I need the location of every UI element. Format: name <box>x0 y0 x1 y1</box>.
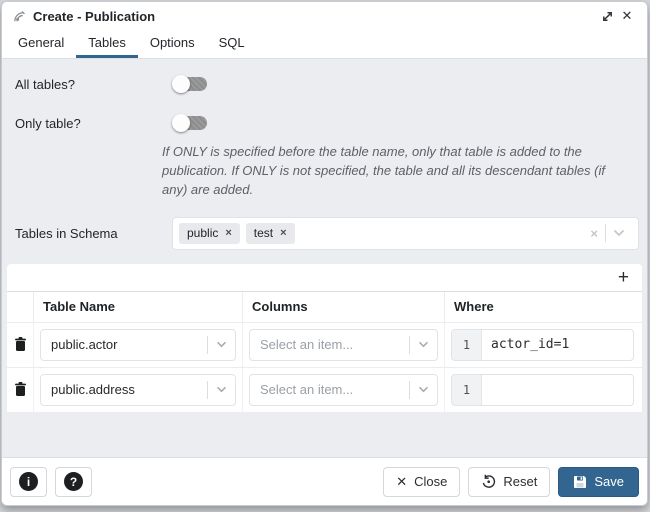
dialog-footer: i ? ✕ Close Reset Save <box>2 457 647 505</box>
trash-icon <box>14 337 27 352</box>
chevron-down-icon[interactable] <box>606 229 632 237</box>
delete-row-button[interactable] <box>7 368 34 412</box>
chip-label: public <box>187 226 218 240</box>
only-table-label: Only table? <box>2 116 162 131</box>
toggle-knob <box>172 114 190 132</box>
maximize-button[interactable] <box>597 6 617 26</box>
where-expression[interactable]: actor_id=1 <box>482 330 633 360</box>
chip-label: test <box>254 226 273 240</box>
tab-options[interactable]: Options <box>138 30 207 58</box>
maximize-icon <box>601 10 614 23</box>
trash-icon <box>14 382 27 397</box>
save-button[interactable]: Save <box>558 467 639 497</box>
tables-in-schema-select[interactable]: public × test × × <box>172 217 639 250</box>
tables-in-schema-label: Tables in Schema <box>2 217 162 241</box>
table-name-select[interactable]: public.address <box>40 374 236 406</box>
where-expression[interactable] <box>482 375 633 405</box>
chevron-down-icon <box>208 341 235 348</box>
where-editor[interactable]: 1 actor_id=1 <box>451 329 634 361</box>
help-button[interactable]: ? <box>55 467 92 497</box>
all-tables-label: All tables? <box>2 77 162 92</box>
remove-chip-icon[interactable]: × <box>225 227 231 239</box>
where-editor[interactable]: 1 <box>451 374 634 406</box>
columns-placeholder: Select an item... <box>250 337 409 352</box>
close-icon: ✕ <box>622 8 633 24</box>
tab-general[interactable]: General <box>6 30 76 58</box>
columns-select[interactable]: Select an item... <box>249 374 438 406</box>
selected-table: public.actor <box>41 337 207 352</box>
table-name-select[interactable]: public.actor <box>40 329 236 361</box>
selected-table: public.address <box>41 382 207 397</box>
chevron-down-icon <box>410 341 437 348</box>
reset-label: Reset <box>503 474 537 489</box>
only-table-help-text: If ONLY is specified before the table na… <box>162 143 621 200</box>
tables-tab-panel: All tables? Only table? If ONLY is speci… <box>2 59 647 457</box>
publication-icon <box>12 9 27 24</box>
close-button[interactable]: ✕ Close <box>383 467 460 497</box>
create-publication-dialog: Create - Publication ✕ General Tables Op… <box>1 1 648 506</box>
tab-sql[interactable]: SQL <box>207 30 257 58</box>
remove-chip-icon[interactable]: × <box>280 227 286 239</box>
reset-icon <box>481 474 496 489</box>
info-icon: i <box>19 472 38 491</box>
clear-all-icon[interactable]: × <box>583 226 605 241</box>
grid-toolbar: + <box>7 264 642 292</box>
add-row-button[interactable]: + <box>615 268 632 287</box>
close-dialog-button[interactable]: ✕ <box>617 6 637 26</box>
info-button[interactable]: i <box>10 467 47 497</box>
header-table-name: Table Name <box>34 292 243 322</box>
reset-button[interactable]: Reset <box>468 467 550 497</box>
toggle-knob <box>172 75 190 93</box>
help-icon: ? <box>64 472 83 491</box>
chevron-down-icon <box>410 386 437 393</box>
header-actions <box>7 292 34 322</box>
table-row: public.actor Select an item... <box>7 322 642 367</box>
title-bar: Create - Publication ✕ <box>2 2 647 30</box>
all-tables-toggle[interactable] <box>172 74 209 94</box>
save-icon <box>573 475 587 489</box>
close-label: Close <box>414 474 447 489</box>
chevron-down-icon <box>208 386 235 393</box>
delete-row-button[interactable] <box>7 323 34 367</box>
selected-schemas: public × test × <box>179 223 583 244</box>
save-label: Save <box>594 474 624 489</box>
columns-select[interactable]: Select an item... <box>249 329 438 361</box>
dialog-title: Create - Publication <box>33 9 597 24</box>
close-icon: ✕ <box>396 474 407 490</box>
only-table-toggle[interactable] <box>172 113 209 133</box>
publication-tables-grid: + Table Name Columns Where <box>7 264 642 412</box>
tab-tables[interactable]: Tables <box>76 30 138 58</box>
line-number: 1 <box>452 330 482 360</box>
columns-placeholder: Select an item... <box>250 382 409 397</box>
schema-chip-test: test × <box>246 223 295 244</box>
line-number: 1 <box>452 375 482 405</box>
schema-chip-public: public × <box>179 223 240 244</box>
grid-header: Table Name Columns Where <box>7 292 642 322</box>
table-row: public.address Select an item... <box>7 367 642 412</box>
tab-bar: General Tables Options SQL <box>2 30 647 59</box>
header-where: Where <box>445 292 642 322</box>
header-columns: Columns <box>243 292 445 322</box>
